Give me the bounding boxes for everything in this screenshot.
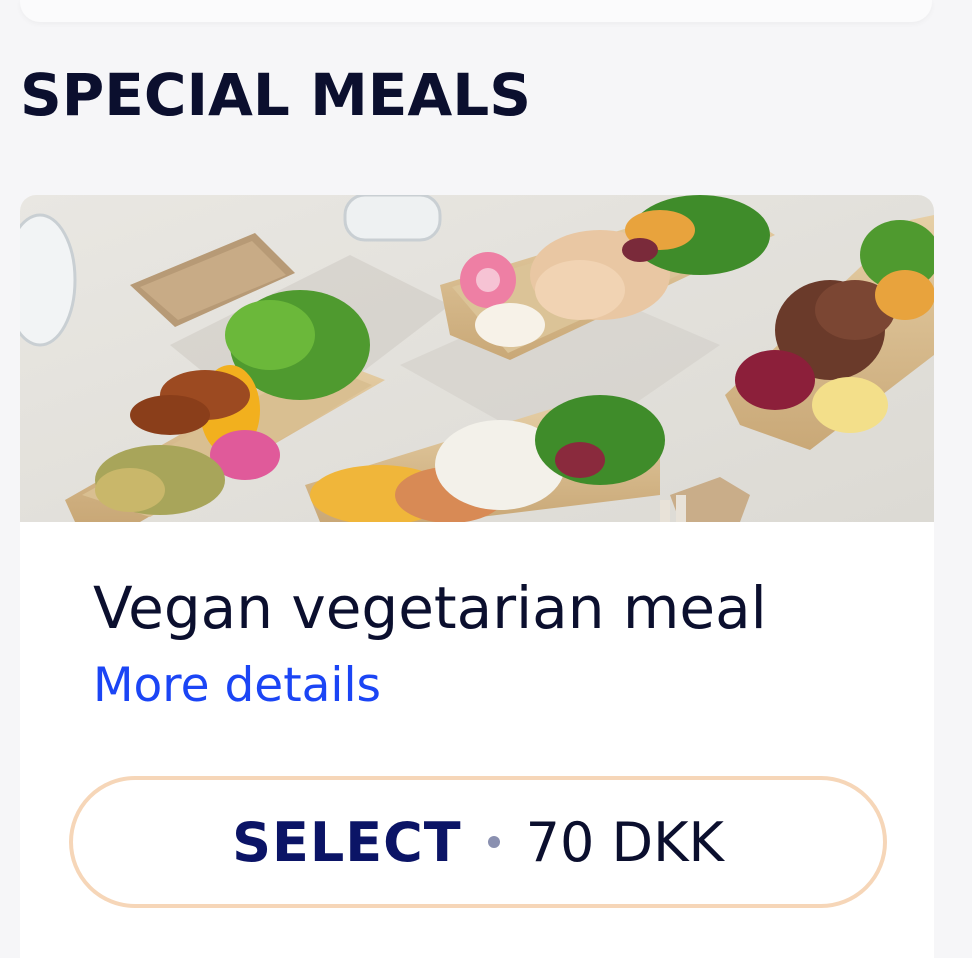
meal-card: Vegan vegetarian meal More details SELEC… xyxy=(20,195,934,958)
special-meals-screen: SPECIAL MEALS Vegan vegetarian meal More… xyxy=(0,0,972,958)
select-meal-button[interactable]: SELECT 70 DKK xyxy=(69,776,887,908)
previous-card-edge xyxy=(20,0,932,22)
meal-price: 70 DKK xyxy=(525,810,724,874)
meal-image xyxy=(20,195,934,522)
select-label: SELECT xyxy=(232,810,462,874)
section-title: SPECIAL MEALS xyxy=(20,61,532,129)
meal-name: Vegan vegetarian meal xyxy=(93,574,767,642)
more-details-link[interactable]: More details xyxy=(93,657,381,715)
separator-dot-icon xyxy=(487,836,500,848)
